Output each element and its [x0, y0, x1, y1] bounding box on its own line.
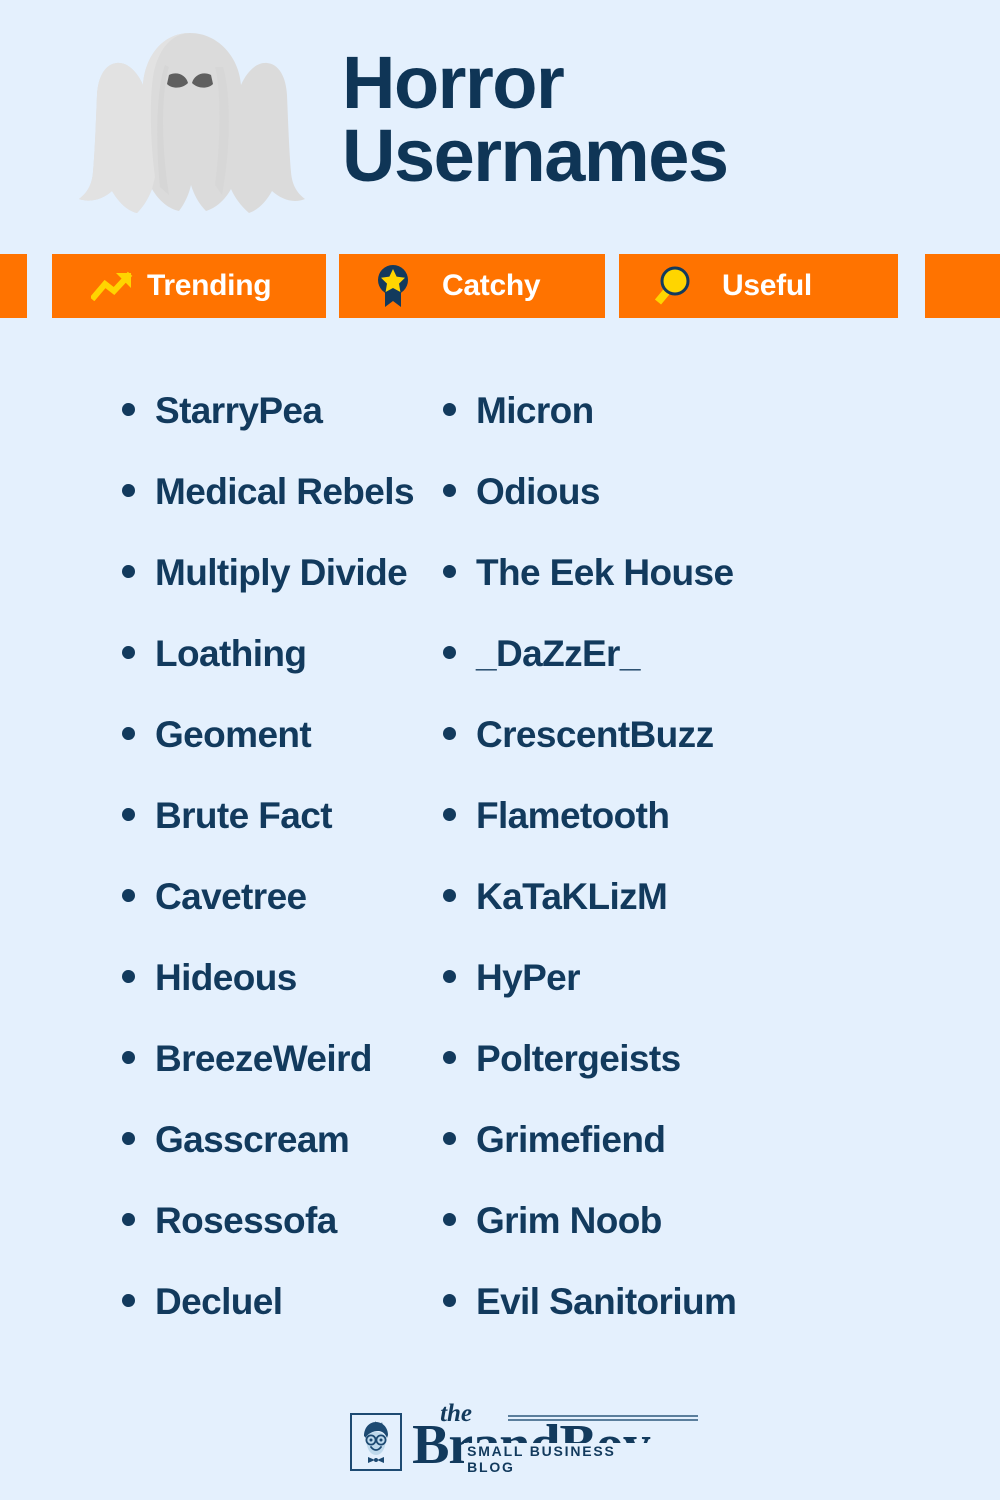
bullet-icon	[443, 1132, 456, 1145]
list-item-label: Medical Rebels	[155, 471, 415, 512]
header: Horror Usernames	[0, 0, 1000, 254]
footer: the BrandBoy SMALL BUSINESS BLOG	[0, 1390, 1000, 1485]
list-item-label: Cavetree	[155, 876, 307, 917]
page-title: Horror Usernames	[342, 41, 729, 206]
list-item-label: Geoment	[155, 714, 312, 755]
badge-bar-left-edge-block	[0, 254, 27, 318]
list-item[interactable]: Micron	[443, 390, 1000, 471]
bullet-icon	[122, 970, 135, 983]
list-item[interactable]: Odious	[443, 471, 1000, 552]
list-item[interactable]: BreezeWeird	[122, 1038, 420, 1119]
bullet-icon	[122, 1213, 135, 1226]
list-item[interactable]: Gasscream	[122, 1119, 420, 1200]
list-item-label: Grim Noob	[476, 1200, 662, 1241]
ghost-icon	[79, 33, 305, 213]
bullet-icon	[122, 403, 135, 416]
list-item[interactable]: Grim Noob	[443, 1200, 1000, 1281]
list-item-label: Poltergeists	[476, 1038, 681, 1079]
list-item-label: Rosessofa	[155, 1200, 337, 1241]
list-item[interactable]: Grimefiend	[443, 1119, 1000, 1200]
list-item[interactable]: Evil Sanitorium	[443, 1281, 1000, 1362]
list-item-label: HyPer	[476, 957, 581, 998]
list-item[interactable]: Flametooth	[443, 795, 1000, 876]
bullet-icon	[443, 970, 456, 983]
logo-the-text: the	[440, 1399, 473, 1427]
bullet-icon	[443, 646, 456, 659]
badge-bar: Trending Catchy Useful	[0, 254, 1000, 318]
ghost-illustration	[40, 12, 340, 242]
logo-rule-divider	[508, 1414, 699, 1421]
bullet-icon	[443, 1294, 456, 1307]
badge-trending[interactable]: Trending	[52, 254, 326, 318]
list-item-label: The Eek House	[476, 552, 734, 593]
badge-useful[interactable]: Useful	[619, 254, 898, 318]
username-list-right: Micron Odious The Eek House _DaZzEr_ Cre…	[420, 318, 1000, 1348]
bullet-icon	[443, 403, 456, 416]
bullet-icon	[443, 727, 456, 740]
list-item[interactable]: KaTaKLizM	[443, 876, 1000, 957]
list-item[interactable]: Loathing	[122, 633, 420, 714]
list-item-label: Flametooth	[476, 795, 670, 836]
list-item[interactable]: Rosessofa	[122, 1200, 420, 1281]
badge-useful-label: Useful	[722, 269, 812, 302]
badge-catchy[interactable]: Catchy	[339, 254, 605, 318]
list-item-label: StarryPea	[155, 390, 323, 431]
list-item-label: Brute Fact	[155, 795, 333, 836]
list-item[interactable]: Multiply Divide	[122, 552, 420, 633]
list-item-label: Evil Sanitorium	[476, 1281, 737, 1322]
list-item-label: KaTaKLizM	[476, 876, 668, 917]
bullet-icon	[443, 1213, 456, 1226]
logo-tagline: SMALL BUSINESS BLOG	[464, 1442, 650, 1475]
list-item[interactable]: The Eek House	[443, 552, 1000, 633]
bullet-icon	[122, 484, 135, 497]
bullet-icon	[122, 1051, 135, 1064]
list-item-label: Multiply Divide	[155, 552, 408, 593]
badge-trending-label: Trending	[147, 269, 272, 302]
list-item-label: Odious	[476, 471, 600, 512]
bullet-icon	[122, 646, 135, 659]
bullet-icon	[122, 565, 135, 578]
list-item-label: Hideous	[155, 957, 297, 998]
list-item-label: Decluel	[155, 1281, 283, 1322]
list-item[interactable]: CrescentBuzz	[443, 714, 1000, 795]
username-lists: StarryPea Medical Rebels Multiply Divide…	[0, 318, 1000, 1348]
badge-bar-right-edge-block	[925, 254, 1000, 318]
list-item[interactable]: _DaZzEr_	[443, 633, 1000, 714]
list-item[interactable]: Cavetree	[122, 876, 420, 957]
list-item-label: Gasscream	[155, 1119, 350, 1160]
magnifying-glass-icon	[651, 264, 695, 308]
badge-catchy-label: Catchy	[442, 269, 541, 302]
title-line-2: Usernames	[342, 114, 729, 197]
bullet-icon	[122, 889, 135, 902]
list-item[interactable]: Brute Fact	[122, 795, 420, 876]
list-item-label: Grimefiend	[476, 1119, 666, 1160]
bullet-icon	[122, 727, 135, 740]
list-item[interactable]: StarryPea	[122, 390, 420, 471]
bullet-icon	[443, 889, 456, 902]
trending-up-icon	[90, 264, 134, 308]
list-item[interactable]: Geoment	[122, 714, 420, 795]
bullet-icon	[443, 1051, 456, 1064]
list-item[interactable]: Medical Rebels	[122, 471, 420, 552]
bullet-icon	[122, 1294, 135, 1307]
bullet-icon	[443, 484, 456, 497]
bullet-icon	[443, 808, 456, 821]
list-item[interactable]: Hideous	[122, 957, 420, 1038]
bullet-icon	[122, 808, 135, 821]
list-item-label: _DaZzEr_	[476, 633, 640, 674]
list-item[interactable]: Poltergeists	[443, 1038, 1000, 1119]
boy-face-logo-icon	[350, 1412, 403, 1471]
title-line-1: Horror	[342, 41, 565, 125]
brandboy-logo[interactable]: the BrandBoy SMALL BUSINESS BLOG	[350, 1399, 699, 1475]
list-item-label: Micron	[476, 390, 594, 431]
list-item-label: BreezeWeird	[155, 1038, 372, 1079]
bullet-icon	[122, 1132, 135, 1145]
list-item-label: CrescentBuzz	[476, 714, 714, 755]
list-item[interactable]: Decluel	[122, 1281, 420, 1362]
username-list-left: StarryPea Medical Rebels Multiply Divide…	[0, 318, 420, 1348]
award-medal-icon	[371, 264, 415, 308]
bullet-icon	[443, 565, 456, 578]
list-item-label: Loathing	[155, 633, 307, 674]
list-item[interactable]: HyPer	[443, 957, 1000, 1038]
